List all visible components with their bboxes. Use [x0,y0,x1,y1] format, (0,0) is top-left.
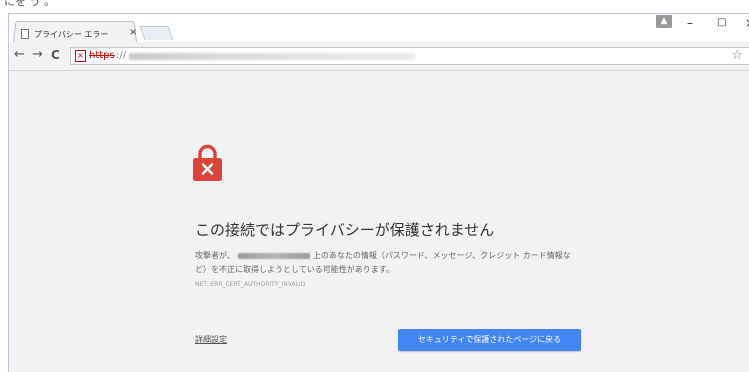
url-scheme: https [89,50,115,61]
url-separator: :// [116,50,127,61]
url-redacted [129,53,415,60]
insecure-lock-icon[interactable]: × [75,50,86,62]
browser-window: プライバシー エラー × ▲ – □ × ← → C × https :// ☆ [8,13,749,372]
address-bar[interactable]: × https :// ☆ [70,47,749,65]
redacted-ip [237,252,310,259]
cropped-text: にを う 。 [4,0,55,8]
toolbar: ← → C × https :// ☆ [9,42,749,71]
back-arrow-icon[interactable]: ← [14,48,25,62]
reload-icon[interactable]: C [51,48,60,62]
tab-title: プライバシー エラー [34,29,109,39]
new-tab-button[interactable] [139,26,174,40]
back-to-safety-button[interactable]: セキュリティで保護されたページに戻る [398,329,581,351]
error-description: 攻撃者が、 上のあなたの情報（パスワード、メッセージ、クレジット カード情報など）… [195,249,580,277]
advanced-link[interactable]: 詳細設定 [195,334,227,345]
user-icon[interactable]: ▲ [656,15,672,28]
maximize-button[interactable]: □ [717,17,726,28]
title-bar: プライバシー エラー × ▲ – □ × [9,14,749,43]
page-icon [21,29,29,39]
tab-close-icon[interactable]: × [129,27,137,38]
error-code: NET::ERR_CERT_AUTHORITY_INVALID [195,281,306,288]
error-page: この接続ではプライバシーが保護されません 攻撃者が、 上のあなたの情報（パスワード… [9,71,749,372]
red-padlock-icon [193,144,222,181]
bookmark-star-icon[interactable]: ☆ [731,48,743,63]
forward-arrow-icon[interactable]: → [32,48,43,62]
error-heading: この接続ではプライバシーが保護されません [195,221,495,239]
tab-content: プライバシー エラー [21,26,136,42]
minimize-button[interactable]: – [687,16,693,30]
screenshot-frame: にを う 。 プライバシー エラー × ▲ – □ × ← → C × http… [0,0,749,372]
desc-prefix: 攻撃者が、 [195,251,235,260]
close-window-button[interactable]: × [745,16,749,30]
